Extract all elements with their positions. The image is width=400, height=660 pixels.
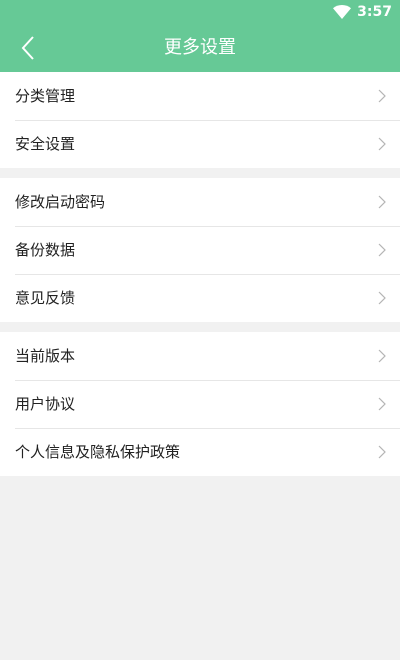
status-bar-right: 3:57 bbox=[333, 3, 392, 21]
settings-item-feedback[interactable]: 意见反馈 bbox=[0, 274, 400, 322]
chevron-right-icon bbox=[378, 349, 386, 363]
status-bar: 3:57 bbox=[0, 0, 400, 24]
chevron-right-icon bbox=[378, 89, 386, 103]
settings-section-2: 修改启动密码 备份数据 意见反馈 bbox=[0, 178, 400, 322]
settings-item-label: 修改启动密码 bbox=[15, 193, 106, 211]
settings-section-3: 当前版本 用户协议 个人信息及隐私保护政策 bbox=[0, 332, 400, 476]
chevron-right-icon bbox=[378, 137, 386, 151]
wifi-icon bbox=[333, 5, 352, 19]
settings-item-user-agreement[interactable]: 用户协议 bbox=[0, 380, 400, 428]
settings-item-category-management[interactable]: 分类管理 bbox=[0, 72, 400, 120]
section-gap bbox=[0, 322, 400, 332]
settings-item-privacy-policy[interactable]: 个人信息及隐私保护政策 bbox=[0, 428, 400, 476]
chevron-right-icon bbox=[378, 291, 386, 305]
settings-section-1: 分类管理 安全设置 bbox=[0, 72, 400, 168]
settings-item-label: 个人信息及隐私保护政策 bbox=[15, 443, 181, 461]
status-time: 3:57 bbox=[357, 4, 392, 20]
settings-item-label: 安全设置 bbox=[15, 135, 76, 153]
settings-item-label: 用户协议 bbox=[15, 395, 76, 413]
chevron-right-icon bbox=[378, 195, 386, 209]
settings-item-label: 分类管理 bbox=[15, 87, 76, 105]
chevron-right-icon bbox=[378, 243, 386, 257]
settings-item-current-version[interactable]: 当前版本 bbox=[0, 332, 400, 380]
chevron-right-icon bbox=[378, 445, 386, 459]
settings-item-label: 意见反馈 bbox=[15, 289, 76, 307]
section-gap bbox=[0, 168, 400, 178]
settings-item-backup-data[interactable]: 备份数据 bbox=[0, 226, 400, 274]
settings-item-label: 备份数据 bbox=[15, 241, 76, 259]
settings-item-change-startup-password[interactable]: 修改启动密码 bbox=[0, 178, 400, 226]
app-header: 3:57 更多设置 bbox=[0, 0, 400, 72]
nav-bar: 更多设置 bbox=[0, 24, 400, 72]
settings-item-security-settings[interactable]: 安全设置 bbox=[0, 120, 400, 168]
chevron-right-icon bbox=[378, 397, 386, 411]
page-title: 更多设置 bbox=[164, 37, 236, 58]
settings-item-label: 当前版本 bbox=[15, 347, 76, 365]
